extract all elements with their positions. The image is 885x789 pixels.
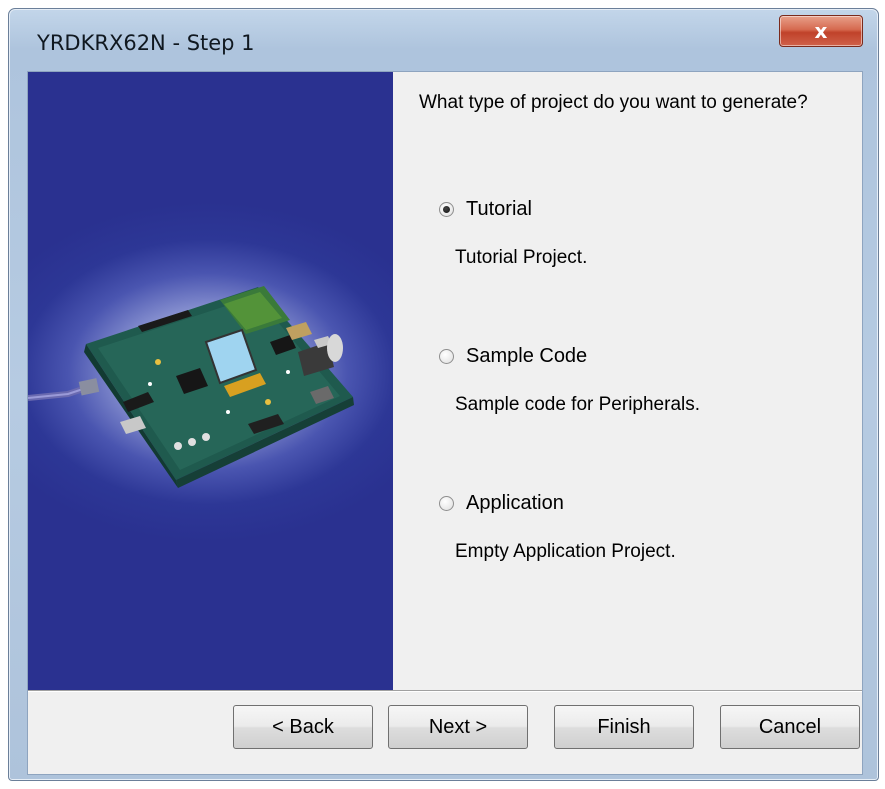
- description-tutorial: Tutorial Project.: [455, 247, 588, 268]
- title-bar[interactable]: YRDKRX62N - Step 1 x: [9, 9, 878, 75]
- button-bar-divider: [28, 690, 862, 692]
- radio-sample-code[interactable]: Sample Code: [439, 345, 587, 368]
- cancel-button[interactable]: Cancel: [720, 705, 860, 749]
- description-application: Empty Application Project.: [455, 541, 676, 562]
- dev-board-image: [28, 286, 354, 488]
- radio-label-tutorial[interactable]: Tutorial: [466, 198, 532, 221]
- radio-tutorial[interactable]: Tutorial: [439, 198, 532, 221]
- radio-unselected-icon[interactable]: [439, 349, 454, 364]
- wizard-window: YRDKRX62N - Step 1 x What type of projec…: [8, 8, 879, 781]
- back-button[interactable]: < Back: [233, 705, 373, 749]
- dialog-client-area: What type of project do you want to gene…: [27, 71, 863, 775]
- next-button[interactable]: Next >: [388, 705, 528, 749]
- question-text: What type of project do you want to gene…: [419, 92, 808, 113]
- radio-selected-icon[interactable]: [439, 202, 454, 217]
- radio-label-sample-code[interactable]: Sample Code: [466, 345, 587, 368]
- window-title: YRDKRX62N - Step 1: [37, 31, 255, 55]
- radio-unselected-icon[interactable]: [439, 496, 454, 511]
- radio-label-application[interactable]: Application: [466, 492, 564, 515]
- description-sample-code: Sample code for Peripherals.: [455, 394, 701, 415]
- radio-application[interactable]: Application: [439, 492, 564, 515]
- wizard-options-panel: What type of project do you want to gene…: [393, 72, 862, 690]
- close-icon: x: [814, 19, 828, 43]
- close-button[interactable]: x: [779, 15, 863, 47]
- finish-button[interactable]: Finish: [554, 705, 694, 749]
- wizard-banner: [28, 72, 393, 690]
